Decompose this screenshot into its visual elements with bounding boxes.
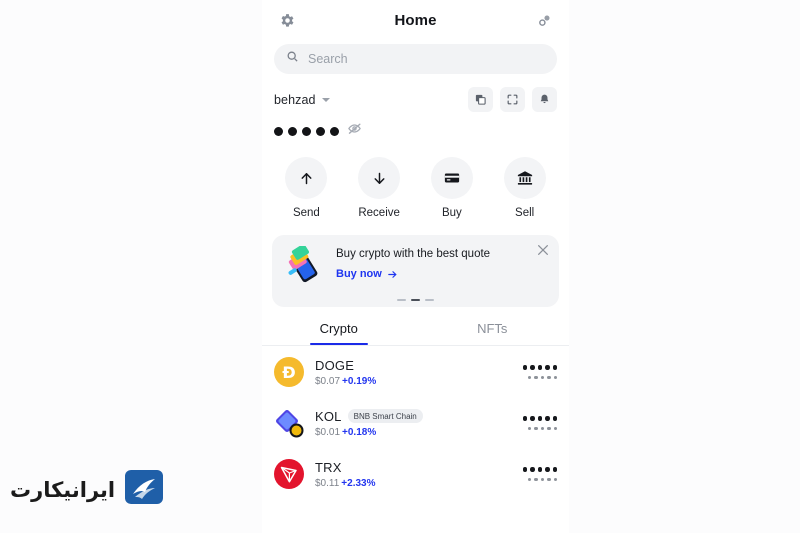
tab-crypto[interactable]: Crypto xyxy=(262,321,416,345)
promo-banner-text: Buy crypto with the best quote Buy now xyxy=(336,246,490,282)
asset-tabs: Crypto NFTs xyxy=(262,321,569,345)
carousel-dot[interactable] xyxy=(397,298,406,301)
arrow-right-icon xyxy=(388,270,397,278)
token-price: $0.07 xyxy=(315,375,341,387)
token-symbol: TRX xyxy=(315,459,342,475)
token-info: TRX $0.11 +2.33% xyxy=(315,460,512,489)
screen: Home behzad xyxy=(0,0,800,533)
account-name[interactable]: behzad xyxy=(274,93,316,107)
account-row: behzad xyxy=(262,74,569,112)
search-bar-container xyxy=(262,40,569,74)
token-row-trx[interactable]: TRX $0.11 +2.33% xyxy=(262,448,569,499)
search-icon xyxy=(286,50,299,68)
copy-icon xyxy=(475,94,486,105)
buy-now-label: Buy now xyxy=(336,268,382,280)
app-header: Home xyxy=(262,0,569,40)
token-balance-hidden xyxy=(522,365,557,379)
token-info: DOGE $0.07 +0.19% xyxy=(315,358,512,387)
page-title: Home xyxy=(394,11,437,29)
tab-nfts[interactable]: NFTs xyxy=(416,321,570,345)
token-price-row: $0.07 +0.19% xyxy=(315,376,512,387)
token-change: +0.18% xyxy=(342,426,377,438)
token-row-doge[interactable]: Ð DOGE $0.07 +0.19% xyxy=(262,346,569,397)
phone-cards-illustration xyxy=(282,244,326,290)
token-change: +2.33% xyxy=(341,477,376,489)
phone-viewport: Home behzad xyxy=(262,0,569,533)
action-receive[interactable]: Receive xyxy=(343,157,416,219)
action-label: Receive xyxy=(358,207,400,219)
promo-banner[interactable]: Buy crypto with the best quote Buy now xyxy=(272,235,559,307)
token-price-row: $0.11 +2.33% xyxy=(315,478,512,489)
token-info: KOL BNB Smart Chain $0.01 +0.18% xyxy=(315,409,512,438)
balance-hidden-dots xyxy=(274,126,339,136)
promo-banner-title: Buy crypto with the best quote xyxy=(336,248,491,260)
action-send[interactable]: Send xyxy=(270,157,343,219)
buy-now-link[interactable]: Buy now xyxy=(336,268,398,280)
close-icon[interactable] xyxy=(535,242,551,258)
trx-icon xyxy=(274,459,304,489)
carousel-indicators[interactable] xyxy=(272,298,559,301)
iranicard-logo xyxy=(121,466,167,513)
credit-card-icon xyxy=(430,157,473,199)
promo-banner-container: Buy crypto with the best quote Buy now xyxy=(262,219,569,307)
quick-actions: Send Receive Buy Sell xyxy=(262,141,569,219)
notifications-button[interactable] xyxy=(532,87,557,112)
token-balance-hidden xyxy=(522,467,557,481)
balance-row xyxy=(262,112,569,141)
chevron-down-icon[interactable] xyxy=(321,97,330,102)
token-price: $0.01 xyxy=(315,426,341,438)
token-row-kol[interactable]: KOL BNB Smart Chain $0.01 +0.18% xyxy=(262,397,569,448)
token-price: $0.11 xyxy=(315,477,340,489)
token-balance-hidden xyxy=(522,416,557,430)
action-sell[interactable]: Sell xyxy=(488,157,561,219)
scan-icon xyxy=(507,94,518,105)
search-bar[interactable] xyxy=(274,44,557,74)
svg-text:Ð: Ð xyxy=(282,363,295,382)
copy-address-button[interactable] xyxy=(468,87,493,112)
arrow-down-icon xyxy=(358,157,401,199)
token-symbol: DOGE xyxy=(315,357,355,373)
action-label: Sell xyxy=(515,207,535,219)
chain-badge: BNB Smart Chain xyxy=(347,409,423,423)
watermark: ایرانیکارت xyxy=(10,466,167,513)
bank-icon xyxy=(503,157,546,199)
account-actions xyxy=(468,87,557,112)
link-connect-icon[interactable] xyxy=(531,7,557,33)
action-buy[interactable]: Buy xyxy=(416,157,489,219)
doge-icon: Ð xyxy=(274,357,304,387)
token-price-row: $0.01 +0.18% xyxy=(315,427,512,438)
carousel-dot[interactable] xyxy=(425,298,434,301)
gear-icon[interactable] xyxy=(274,7,300,33)
arrow-up-icon xyxy=(285,157,328,199)
watermark-text: ایرانیکارت xyxy=(10,477,116,502)
action-label: Buy xyxy=(441,207,462,219)
eye-slash-icon[interactable] xyxy=(347,121,362,141)
token-symbol: KOL xyxy=(315,408,342,424)
token-list: Ð DOGE $0.07 +0.19% KOL BNB Smart Chain … xyxy=(262,346,569,499)
token-change: +0.19% xyxy=(342,375,377,387)
scan-qr-button[interactable] xyxy=(500,87,525,112)
kol-icon xyxy=(274,408,304,438)
carousel-dot-active[interactable] xyxy=(411,298,420,301)
bell-icon xyxy=(540,94,549,104)
action-label: Send xyxy=(292,207,320,219)
search-input[interactable] xyxy=(308,52,545,66)
